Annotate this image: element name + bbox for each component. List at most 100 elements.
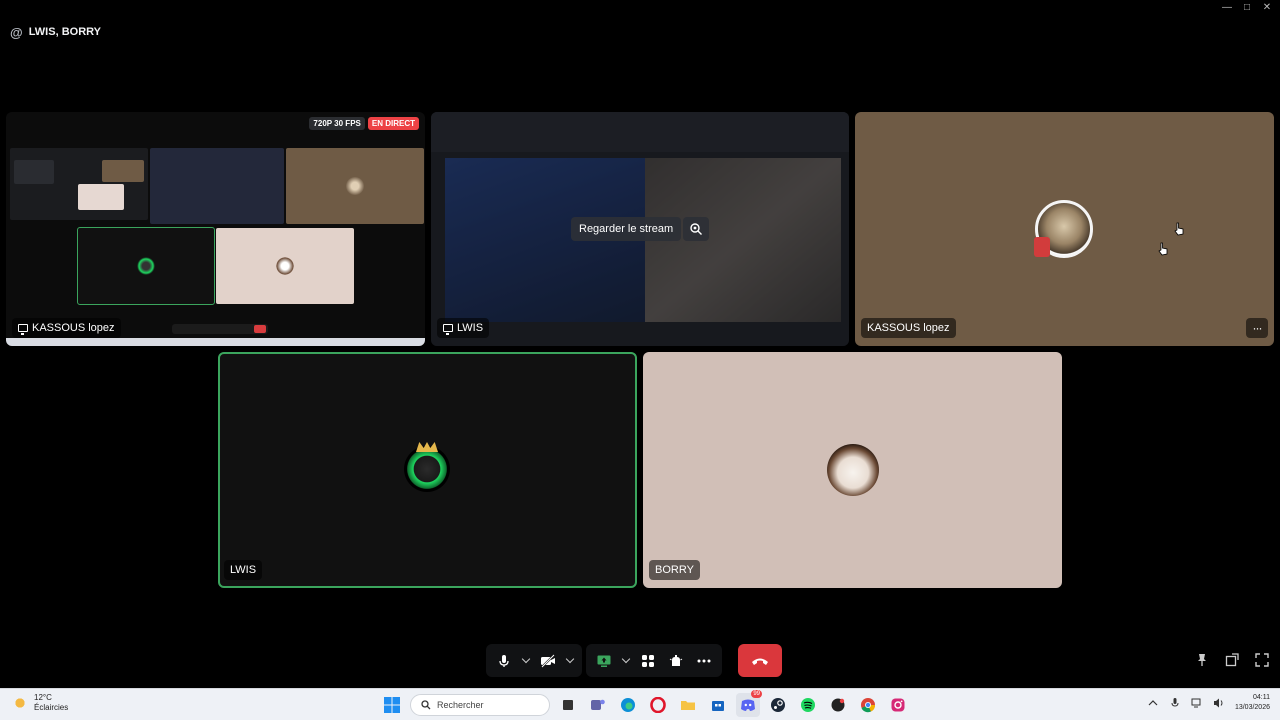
popout-icon: [1225, 653, 1239, 667]
hangup-icon: [752, 658, 768, 665]
pin-button[interactable]: [1194, 652, 1210, 668]
store-app[interactable]: [706, 693, 730, 717]
mini-tile: [216, 228, 354, 304]
tray-chevron-button[interactable]: [1147, 697, 1159, 709]
screen-share-button[interactable]: [590, 647, 618, 675]
hand-cursor-icon: [1174, 222, 1184, 236]
instagram-icon: [891, 698, 905, 712]
file-explorer-app[interactable]: [676, 693, 700, 717]
avatar: [827, 444, 879, 496]
mini-tile: [14, 160, 54, 184]
search-icon: [421, 700, 431, 710]
popout-button[interactable]: [1224, 652, 1240, 668]
participant-name: LWIS: [457, 322, 484, 334]
camera-options-button[interactable]: [562, 647, 578, 675]
screen-share-icon: [18, 324, 28, 335]
minimize-button[interactable]: —: [1222, 2, 1232, 14]
mini-call-controls: [172, 324, 268, 334]
soundboard-button[interactable]: [662, 647, 690, 675]
app-unknown[interactable]: [826, 693, 850, 717]
more-options-button[interactable]: [690, 647, 718, 675]
steam-app[interactable]: [766, 693, 790, 717]
mini-avatar: [276, 257, 294, 275]
at-icon: @: [10, 24, 23, 40]
stream-preview-tile[interactable]: Regarder le stream LWIS: [431, 112, 849, 346]
activities-button[interactable]: [634, 647, 662, 675]
mini-tile: [78, 184, 124, 210]
mini-tile: [150, 148, 284, 224]
screen-share-options-button[interactable]: [618, 647, 634, 675]
live-badge: EN DIRECT: [367, 117, 419, 130]
window-titlebar: — □ ✕: [0, 0, 1280, 16]
camera-button[interactable]: [534, 647, 562, 675]
chevron-down-icon: [621, 654, 631, 664]
chevron-down-icon: [565, 654, 575, 664]
store-icon: [712, 701, 724, 711]
participant-label: BORRY: [649, 560, 700, 580]
avatar: [404, 446, 450, 492]
participant-tile-kassous[interactable]: KASSOUS lopez ···: [855, 112, 1274, 346]
call-view-tools: [1194, 652, 1270, 668]
discord-app[interactable]: 99: [736, 690, 762, 717]
hangup-button[interactable]: [738, 644, 782, 677]
task-view-button[interactable]: [556, 693, 580, 717]
close-button[interactable]: ✕: [1262, 2, 1272, 14]
folder-icon: [681, 701, 695, 710]
participant-label: KASSOUS lopez: [861, 318, 956, 338]
screenshare-tile[interactable]: 720P 30 FPS EN DIRECT KASSOUS lopez: [6, 112, 425, 346]
microphone-button[interactable]: [490, 647, 518, 675]
weather-widget[interactable]: 12°C Éclaircies: [12, 693, 68, 713]
teams-icon: [591, 699, 605, 710]
tile-more-button[interactable]: ···: [1246, 318, 1268, 338]
maximize-button[interactable]: □: [1242, 2, 1252, 14]
weather-sun-icon: [12, 695, 28, 711]
clock-time: 04:11: [1253, 694, 1270, 701]
tray-volume-button[interactable]: [1213, 697, 1225, 709]
more-icon: [697, 659, 711, 662]
instagram-app[interactable]: [886, 693, 910, 717]
call-title: LWIS, BORRY: [28, 26, 102, 38]
volume-icon: [1213, 698, 1223, 708]
os-taskbar: 12°C Éclaircies Rechercher 99 04:11 13/0…: [0, 688, 1280, 720]
stream-badges: 720P 30 FPS EN DIRECT: [309, 117, 419, 130]
taskbar-clock[interactable]: 04:11 13/03/2026: [1235, 693, 1270, 713]
participant-tile-borry[interactable]: BORRY: [643, 352, 1062, 588]
chrome-app[interactable]: [856, 693, 880, 717]
fullscreen-icon: [1255, 653, 1269, 667]
activities-icon: [642, 654, 654, 667]
pin-icon: [1198, 654, 1206, 666]
start-button[interactable]: [380, 693, 404, 717]
opera-icon: [650, 697, 666, 713]
microphone-options-button[interactable]: [518, 647, 534, 675]
task-view-icon: [563, 700, 573, 710]
mini-taskbar: [6, 338, 425, 346]
edge-icon: [621, 698, 635, 712]
watch-stream-button[interactable]: Regarder le stream: [571, 217, 682, 241]
clock-date: 13/03/2026: [1234, 704, 1270, 711]
steam-icon: [771, 698, 785, 712]
tray-mic-button[interactable]: [1169, 697, 1181, 709]
tray-network-button[interactable]: [1191, 697, 1203, 709]
notification-badge: 99: [751, 690, 762, 698]
activity-controls: [586, 644, 722, 677]
participant-label: LWIS: [437, 318, 490, 338]
microphone-icon: [499, 654, 509, 667]
search-placeholder: Rechercher: [437, 700, 484, 710]
call-header: @ LWIS, BORRY: [10, 24, 101, 40]
screen-share-icon: [597, 655, 611, 667]
screen-share-icon: [443, 324, 453, 335]
participant-tile-lwis[interactable]: LWIS: [218, 352, 637, 588]
hand-cursor-icon: [1158, 242, 1168, 256]
participant-name: LWIS: [230, 564, 257, 576]
camera-off-icon: [541, 653, 555, 668]
weather-text: 12°C Éclaircies: [34, 693, 68, 713]
edge-app[interactable]: [616, 693, 640, 717]
fullscreen-button[interactable]: [1254, 652, 1270, 668]
opera-app[interactable]: [646, 693, 670, 717]
taskbar-search[interactable]: Rechercher: [410, 694, 550, 716]
soundboard-icon: [669, 654, 683, 666]
preview-eye-icon[interactable]: [683, 217, 709, 241]
windows-logo-icon: [384, 697, 400, 713]
spotify-app[interactable]: [796, 693, 820, 717]
teams-app[interactable]: [586, 693, 610, 717]
